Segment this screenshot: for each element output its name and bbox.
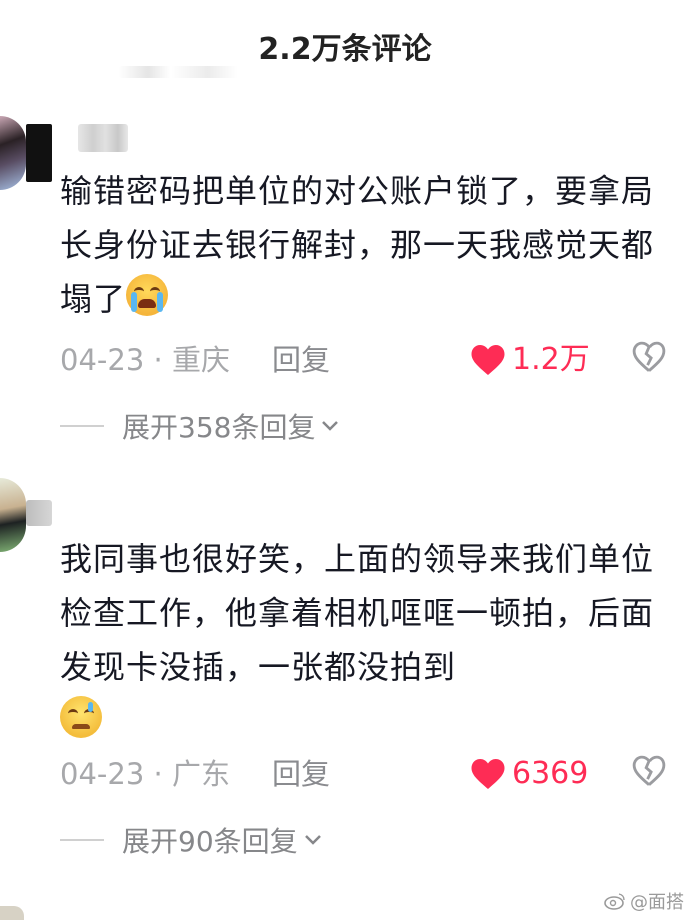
weibo-logo-icon: [604, 893, 625, 910]
watermark-text: @面搭: [630, 892, 684, 913]
redaction-block: [26, 500, 52, 526]
comment-date: 04-23: [60, 343, 145, 377]
reply-button[interactable]: 回复: [272, 338, 330, 382]
comment-count-title: 2.2万条评论: [258, 32, 432, 67]
expand-replies-label: 展开358条回复: [122, 411, 316, 444]
expand-replies-label: 展开90条回复: [122, 825, 298, 858]
comment-item: 输错密码把单位的对公账户锁了，要拿局长身份证去银行解封，那一天我感觉天都塌了 0…: [0, 112, 690, 452]
meta-separator: ·: [153, 343, 163, 377]
like-button[interactable]: 6369: [470, 752, 588, 796]
avatar[interactable]: [0, 116, 26, 190]
comment-meta: 04-23 · 重庆 回复 1.2万: [60, 338, 670, 382]
sweating-face-emoji: [60, 696, 102, 738]
chevron-down-icon: [304, 835, 321, 845]
divider-line: [60, 839, 104, 841]
meta-separator: ·: [153, 757, 163, 791]
comment-text: 我同事也很好笑，上面的领导来我们单位检查工作，他拿着相机哐哐一顿拍，后面发现卡没…: [60, 532, 660, 748]
comment-text: 输错密码把单位的对公账户锁了，要拿局长身份证去银行解封，那一天我感觉天都塌了: [60, 172, 655, 318]
crying-face-emoji: [126, 274, 169, 316]
avatar[interactable]: [0, 906, 24, 920]
comment-item: 我同事也很好笑，上面的领导来我们单位检查工作，他拿着相机哐哐一顿拍，后面发现卡没…: [0, 474, 690, 874]
username-blurred[interactable]: [78, 124, 128, 152]
comment-location: 重庆: [171, 343, 230, 377]
like-count: 1.2万: [512, 342, 590, 377]
heart-icon: [471, 345, 505, 375]
like-count: 6369: [512, 756, 589, 791]
faint-subtitle-fragment: [118, 66, 268, 78]
divider-line: [60, 425, 104, 427]
expand-replies[interactable]: 展开90条回复: [60, 820, 460, 860]
heart-icon: [471, 759, 505, 789]
comment-location: 广东: [171, 757, 230, 791]
avatar[interactable]: [0, 478, 26, 552]
weibo-watermark: @面搭: [604, 888, 684, 914]
expand-replies[interactable]: 展开358条回复: [60, 406, 460, 446]
broken-heart-dislike-icon[interactable]: [632, 340, 666, 376]
chevron-down-icon: [322, 421, 339, 431]
comment-date: 04-23: [60, 757, 145, 791]
comment-meta: 04-23 · 广东 回复 6369: [60, 752, 670, 796]
like-button[interactable]: 1.2万: [470, 338, 590, 382]
comments-header: 2.2万条评论: [0, 0, 690, 92]
redaction-block: [26, 124, 52, 182]
broken-heart-dislike-icon[interactable]: [632, 754, 666, 790]
reply-button[interactable]: 回复: [272, 752, 330, 796]
